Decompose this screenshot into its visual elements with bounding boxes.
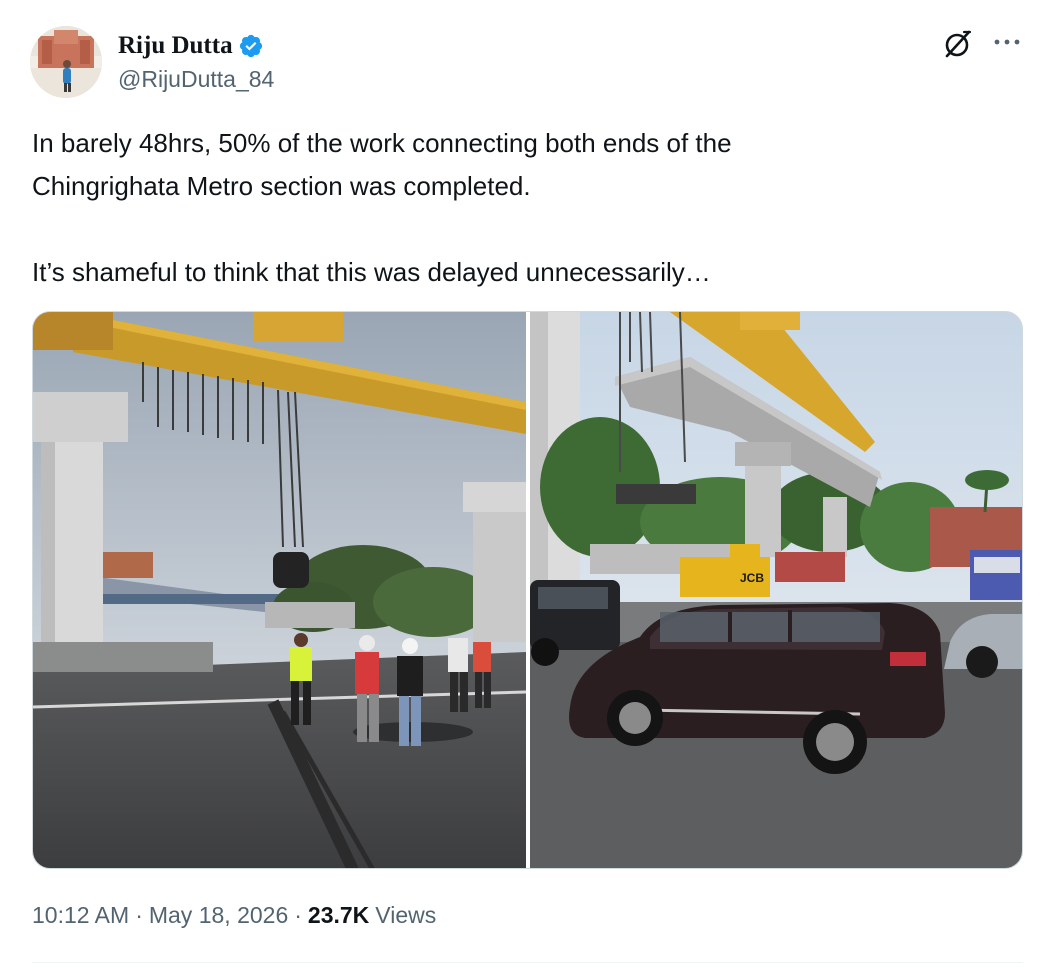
author-handle[interactable]: @RijuDutta_84 bbox=[118, 66, 274, 93]
tweet-text-line: Chingrighata Metro section was completed… bbox=[32, 171, 531, 201]
grok-icon[interactable] bbox=[942, 28, 974, 60]
author-display-name[interactable]: Riju Dutta bbox=[118, 32, 233, 60]
media-photo-left[interactable] bbox=[33, 312, 526, 868]
views-count: 23.7K bbox=[307, 902, 370, 928]
tweet-text: In barely 48hrs, 50% of the work connect… bbox=[32, 122, 1022, 294]
more-options-icon[interactable] bbox=[990, 30, 1024, 54]
jcb-label: JCB bbox=[740, 571, 764, 585]
media-photo-right[interactable]: JCB bbox=[530, 312, 1022, 868]
tweet-time[interactable]: 10:12 AM bbox=[32, 902, 129, 929]
views-label: Views bbox=[375, 902, 437, 928]
tweet-text-line: In barely 48hrs, 50% of the work connect… bbox=[32, 128, 732, 158]
verified-badge-icon[interactable] bbox=[238, 33, 264, 59]
tweet-meta: 10:12 AM · May 18, 2026 · 23.7K Views bbox=[32, 902, 436, 929]
divider-line bbox=[32, 962, 1023, 963]
tweet-date[interactable]: May 18, 2026 bbox=[149, 902, 288, 929]
meta-separator: · bbox=[294, 902, 302, 928]
meta-separator: · bbox=[135, 902, 143, 928]
author-name-row[interactable]: Riju Dutta bbox=[118, 30, 264, 62]
tweet-text-line: It’s shameful to think that this was del… bbox=[32, 257, 711, 287]
avatar[interactable] bbox=[30, 26, 102, 98]
tweet-media[interactable]: JCB bbox=[32, 311, 1023, 869]
